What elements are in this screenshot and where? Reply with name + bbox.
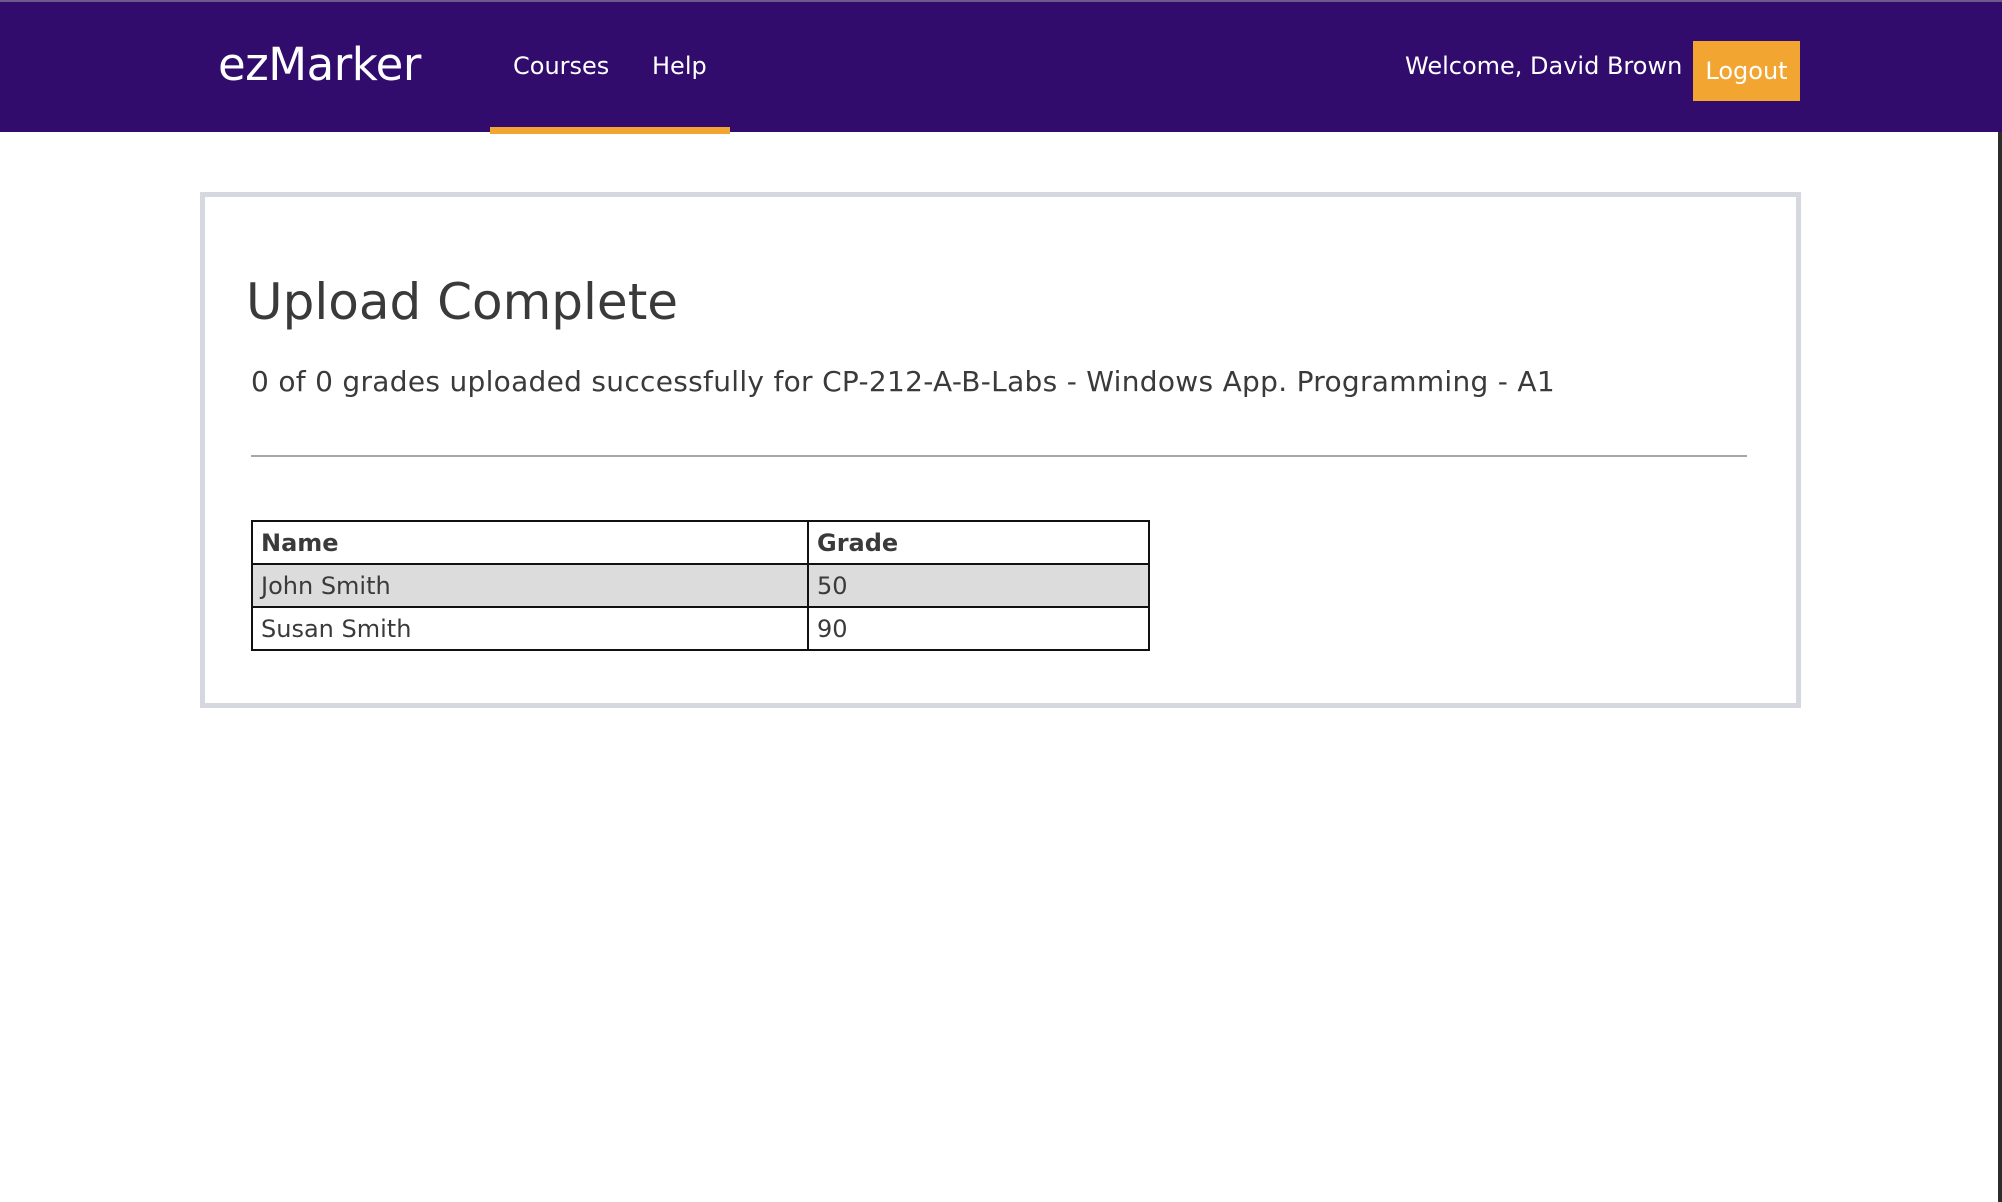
- top-navbar: ezMarker Courses Help Welcome, David Bro…: [0, 0, 2002, 134]
- welcome-text: Welcome, David Brown: [1405, 52, 1683, 80]
- active-nav-indicator: [490, 127, 730, 134]
- brand-logo[interactable]: ezMarker: [218, 38, 421, 91]
- upload-summary: 0 of 0 grades uploaded successfully for …: [251, 365, 1555, 398]
- column-header-grade: Grade: [807, 520, 1150, 565]
- window-edge: [1998, 132, 2002, 1202]
- table-header-row: Name Grade: [251, 520, 1150, 565]
- divider: [251, 455, 1747, 457]
- student-name-cell: Susan Smith: [251, 606, 809, 651]
- grade-cell: 90: [807, 606, 1150, 651]
- column-header-name: Name: [251, 520, 809, 565]
- table-row: Susan Smith 90: [251, 606, 1150, 651]
- nav-help[interactable]: Help: [652, 52, 707, 80]
- table-row: John Smith 50: [251, 563, 1150, 608]
- page-title: Upload Complete: [246, 273, 679, 331]
- student-name-cell: John Smith: [251, 563, 809, 608]
- logout-button[interactable]: Logout: [1693, 41, 1800, 101]
- nav-courses[interactable]: Courses: [513, 52, 609, 80]
- grades-table: Name Grade John Smith 50 Susan Smith 90: [251, 520, 1150, 651]
- grade-cell: 50: [807, 563, 1150, 608]
